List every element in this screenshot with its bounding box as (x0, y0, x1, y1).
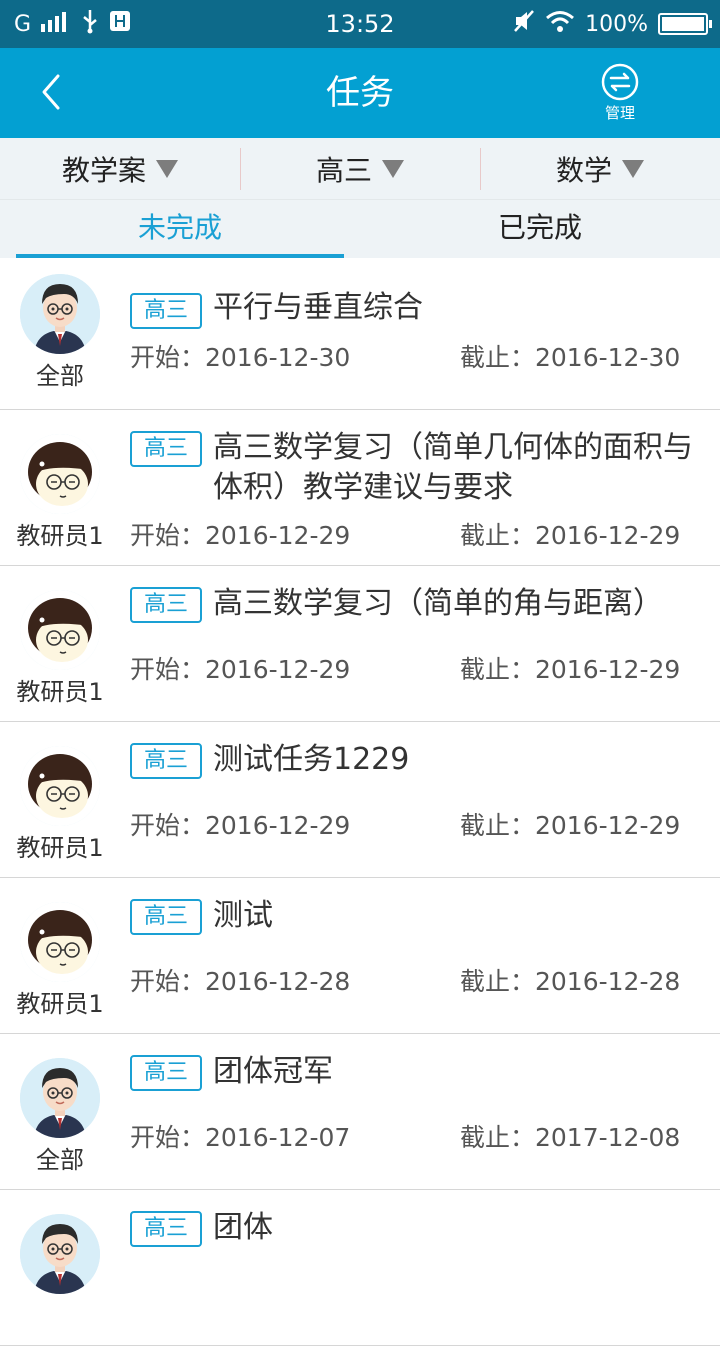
cartoon-boy-avatar-icon (20, 746, 100, 826)
owner-name: 教研员1 (16, 678, 104, 706)
avatar (20, 434, 100, 514)
owner-name: 教研员1 (16, 834, 104, 862)
task-list-item[interactable]: 全部 高三 平行与垂直综合 开始：2016-12-30 截止：2016-12-3… (0, 258, 720, 410)
task-list-item[interactable]: 教研员1 高三 高三数学复习（简单的角与距离） 开始：2016-12-29 截止… (0, 566, 720, 722)
filter-bar: 教学案 高三 数学 (0, 138, 720, 200)
battery-icon (658, 13, 712, 35)
manage-label: 管理 (604, 104, 635, 122)
filter-grade-label: 高三 (315, 153, 372, 187)
owner-avatar-block: 教研员1 (14, 590, 106, 707)
avatar (20, 746, 100, 826)
task-title: 高三数学复习（简单几何体的面积与体积）教学建议与要求 (213, 430, 693, 505)
avatar (20, 1214, 100, 1294)
start-date: 开始：2016-12-29 (130, 811, 351, 840)
grade-tag: 高三 (130, 1211, 202, 1247)
owner-avatar-block: 全部 (14, 1058, 106, 1175)
app-bar: 任务 管理 (0, 48, 720, 138)
tab-complete[interactable]: 已完成 (360, 200, 720, 258)
owner-avatar-block: 全部 (14, 274, 106, 391)
grade-tag: 高三 (130, 431, 202, 467)
avatar (20, 274, 100, 354)
filter-subject-dropdown[interactable]: 数学 (480, 138, 720, 199)
task-title: 测试任务1229 (213, 742, 410, 777)
switch-arrows-icon (601, 63, 639, 101)
owner-name: 全部 (36, 362, 84, 390)
filter-subject-label: 数学 (555, 153, 612, 187)
task-list: 全部 高三 平行与垂直综合 开始：2016-12-30 截止：2016-12-3… (0, 258, 720, 1346)
status-tabs: 未完成 已完成 (0, 200, 720, 258)
owner-avatar-block: 教研员1 (14, 434, 106, 551)
avatar (20, 590, 100, 670)
task-list-item[interactable]: 教研员1 高三 测试 开始：2016-12-28 截止：2016-12-28 (0, 878, 720, 1034)
filter-type-label: 教学案 (61, 153, 146, 187)
avatar (20, 902, 100, 982)
triangle-down-icon (622, 159, 644, 178)
teacher-avatar-icon (20, 1214, 100, 1294)
start-date: 开始：2016-12-28 (130, 967, 351, 996)
grade-tag: 高三 (130, 293, 202, 329)
manage-button[interactable]: 管理 (592, 62, 648, 128)
cartoon-boy-avatar-icon (20, 902, 100, 982)
grade-tag: 高三 (130, 1055, 202, 1091)
end-date: 截止：2016-12-29 (460, 811, 681, 840)
cartoon-boy-avatar-icon (20, 590, 100, 670)
task-list-item[interactable]: 全部 高三 团体冠军 开始：2016-12-07 截止：2017-12-08 (0, 1034, 720, 1190)
owner-avatar-block: 教研员1 (14, 746, 106, 863)
end-date: 截止：2017-12-08 (460, 1123, 681, 1152)
task-list-item[interactable]: 教研员1 高三 测试任务1229 开始：2016-12-29 截止：2016-1… (0, 722, 720, 878)
owner-avatar-block: 教研员1 (14, 902, 106, 1019)
task-title: 高三数学复习（简单的角与距离） (213, 586, 663, 621)
grade-tag: 高三 (130, 587, 202, 623)
start-date: 开始：2016-12-29 (130, 655, 351, 684)
end-date: 截止：2016-12-29 (460, 521, 681, 550)
task-list-item[interactable]: 高三 团体 (0, 1190, 720, 1346)
end-date: 截止：2016-12-29 (460, 655, 681, 684)
wifi-icon (545, 9, 575, 39)
status-bar: G 13:52 100% (0, 0, 720, 48)
end-date: 截止：2016-12-28 (460, 967, 681, 996)
status-right: 100% (513, 0, 712, 48)
cartoon-boy-avatar-icon (20, 434, 100, 514)
owner-name: 教研员1 (16, 522, 104, 550)
task-title: 团体 (213, 1210, 273, 1245)
tab-incomplete[interactable]: 未完成 (0, 200, 360, 258)
start-date: 开始：2016-12-07 (130, 1123, 351, 1152)
owner-avatar-block (14, 1214, 106, 1296)
triangle-down-icon (382, 159, 404, 178)
filter-type-dropdown[interactable]: 教学案 (0, 138, 240, 199)
owner-name: 教研员1 (16, 990, 104, 1018)
avatar (20, 1058, 100, 1138)
teacher-avatar-icon (20, 274, 100, 354)
task-list-item[interactable]: 教研员1 高三 高三数学复习（简单几何体的面积与体积）教学建议与要求 开始：20… (0, 410, 720, 566)
grade-tag: 高三 (130, 899, 202, 935)
start-date: 开始：2016-12-29 (130, 521, 351, 550)
task-title: 团体冠军 (213, 1054, 333, 1089)
triangle-down-icon (156, 159, 178, 178)
filter-grade-dropdown[interactable]: 高三 (240, 138, 480, 199)
grade-tag: 高三 (130, 743, 202, 779)
task-title: 平行与垂直综合 (213, 290, 423, 325)
start-date: 开始：2016-12-30 (130, 343, 351, 372)
task-title: 测试 (213, 898, 273, 933)
teacher-avatar-icon (20, 1058, 100, 1138)
battery-percent: 100% (585, 11, 648, 37)
end-date: 截止：2016-12-30 (460, 343, 681, 372)
mute-icon (513, 9, 535, 39)
owner-name: 全部 (36, 1146, 84, 1174)
